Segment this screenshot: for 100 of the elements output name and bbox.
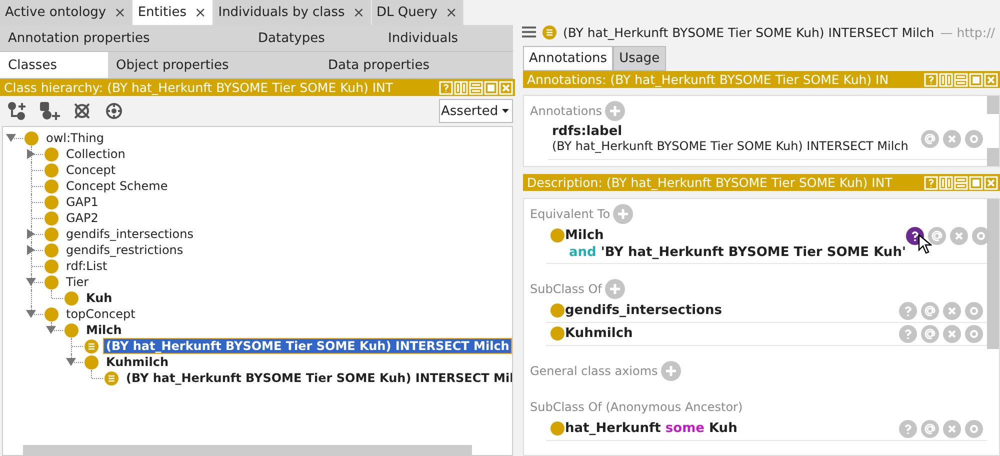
split-horizontal-icon[interactable] xyxy=(954,176,968,190)
edit-icon[interactable] xyxy=(965,325,983,343)
expanded-toggle-icon[interactable] xyxy=(46,325,56,335)
help-icon[interactable] xyxy=(924,176,938,190)
tree-item[interactable]: (BY hat_Herkunft BYSOME Tier SOME Kuh) INTERSECT Milch xyxy=(103,338,512,354)
edit-icon[interactable] xyxy=(972,227,990,245)
tree-item[interactable]: Concept Scheme xyxy=(63,178,171,194)
section-heading: Annotations xyxy=(530,104,602,118)
close-icon[interactable] xyxy=(499,80,513,94)
delete-icon[interactable] xyxy=(943,325,961,343)
close-icon[interactable] xyxy=(984,72,998,86)
expanded-toggle-icon[interactable] xyxy=(66,357,76,367)
tab[interactable]: Active ontology × xyxy=(0,0,133,25)
expanded-toggle-icon[interactable] xyxy=(26,277,36,287)
tree-item[interactable]: Collection xyxy=(63,146,128,162)
split-horizontal-icon[interactable] xyxy=(469,80,483,94)
target-icon[interactable] xyxy=(103,101,125,121)
tree-item[interactable]: GAP2 xyxy=(63,210,102,226)
tab[interactable]: Usage xyxy=(613,46,666,71)
class-expression: Kuhmilch xyxy=(565,325,634,342)
tab[interactable]: Datatypes xyxy=(250,25,380,51)
delete-icon[interactable] xyxy=(943,302,961,320)
split-vertical-icon[interactable] xyxy=(454,80,468,94)
mouse-cursor-icon xyxy=(918,234,932,254)
tree-item[interactable]: topConcept xyxy=(63,306,138,322)
scrollbar[interactable] xyxy=(987,148,999,166)
class-icon xyxy=(550,303,565,318)
tree-item[interactable]: owl:Thing xyxy=(43,130,108,146)
tree-item[interactable]: Kuhmilch xyxy=(103,354,172,370)
tab[interactable]: Classes xyxy=(0,52,108,78)
section-heading: General class axioms xyxy=(530,364,658,378)
add-icon[interactable] xyxy=(605,101,626,121)
maximize-icon[interactable] xyxy=(969,72,983,86)
add-sibling-icon[interactable] xyxy=(39,101,61,121)
edit-icon[interactable] xyxy=(965,302,983,320)
tree-item[interactable]: rdf:List xyxy=(63,258,110,274)
panel-title: Annotations: (BY hat_Herkunft BYSOME Tier SOME Kuh) IN xyxy=(527,72,889,87)
tab[interactable]: Individuals xyxy=(380,25,513,51)
close-tab-button[interactable]: × xyxy=(114,4,126,20)
tree-item[interactable]: Milch xyxy=(83,322,125,338)
expanded-toggle-icon[interactable] xyxy=(26,309,36,319)
tree-item[interactable]: GAP1 xyxy=(63,194,102,210)
tab[interactable]: Annotations xyxy=(523,46,614,71)
tab[interactable]: Individuals by class × xyxy=(213,0,372,25)
tab[interactable]: Object properties xyxy=(108,52,320,78)
annotation-property: rdfs:label xyxy=(552,124,624,139)
edit-icon[interactable] xyxy=(965,420,983,438)
menu-icon[interactable] xyxy=(522,26,536,38)
tree-item[interactable]: Concept xyxy=(63,162,119,178)
expanded-toggle-icon[interactable] xyxy=(6,133,16,143)
tab[interactable]: Annotation properties xyxy=(0,25,250,51)
class-icon xyxy=(550,228,565,243)
class-expression: gendifs_intersections xyxy=(565,302,724,319)
class-icon xyxy=(550,326,565,341)
help-icon[interactable] xyxy=(439,80,453,94)
split-vertical-icon[interactable] xyxy=(939,176,953,190)
help-icon[interactable] xyxy=(924,72,938,86)
tab[interactable]: DL Query × xyxy=(372,0,464,25)
class-expression: and 'BY hat_Herkunft BYSOME Tier SOME Kuh' xyxy=(568,244,906,261)
delete-icon[interactable] xyxy=(943,420,961,438)
split-vertical-icon[interactable] xyxy=(939,72,953,86)
annotate-icon[interactable] xyxy=(921,130,939,148)
class-icon xyxy=(550,421,565,436)
defined-class-icon xyxy=(542,24,557,40)
delete-icon[interactable] xyxy=(950,227,968,245)
close-tab-button[interactable]: × xyxy=(194,4,206,20)
collapsed-toggle-icon[interactable] xyxy=(26,149,36,159)
collapsed-toggle-icon[interactable] xyxy=(26,229,36,239)
annotate-icon[interactable] xyxy=(921,420,939,438)
class-expression: hat_Herkunft some Kuh xyxy=(565,420,738,437)
scrollbar[interactable] xyxy=(23,445,472,455)
maximize-icon[interactable] xyxy=(969,176,983,190)
section-heading: SubClass Of xyxy=(530,282,602,296)
close-icon[interactable] xyxy=(984,176,998,190)
caret-icon xyxy=(502,108,509,114)
edit-icon[interactable] xyxy=(965,130,983,148)
annotate-icon[interactable] xyxy=(921,302,939,320)
annotate-icon[interactable] xyxy=(921,325,939,343)
section-heading: Equivalent To xyxy=(530,207,610,221)
delete-icon[interactable] xyxy=(943,130,961,148)
tab[interactable]: Data properties xyxy=(320,52,513,78)
close-tab-button[interactable]: × xyxy=(352,4,365,20)
panel-title: Description: (BY hat_Herkunft BYSOME Tier SOME Kuh) INT xyxy=(527,175,892,190)
scrollbar[interactable] xyxy=(987,199,999,349)
view-mode-dropdown[interactable]: Asserted xyxy=(439,99,513,123)
add-icon[interactable] xyxy=(613,204,634,224)
tab[interactable]: Entities × xyxy=(132,0,214,25)
panel-title: Class hierarchy: (BY hat_Herkunft BYSOME Tier SOME Kuh) INT xyxy=(4,80,394,95)
scrollbar[interactable] xyxy=(987,96,999,114)
collapsed-toggle-icon[interactable] xyxy=(26,245,36,255)
tree-item[interactable]: Tier xyxy=(63,274,92,290)
maximize-icon[interactable] xyxy=(484,80,498,94)
entity-iri: — http:// xyxy=(940,24,996,40)
close-tab-button[interactable]: × xyxy=(445,4,458,20)
add-icon[interactable] xyxy=(660,361,681,381)
tree-item[interactable]: gendifs_intersections xyxy=(63,226,196,242)
tree-item[interactable]: Kuh xyxy=(83,290,116,306)
add-icon[interactable] xyxy=(604,279,625,299)
tree-item[interactable]: gendifs_restrictions xyxy=(63,242,186,258)
split-horizontal-icon[interactable] xyxy=(954,72,968,86)
